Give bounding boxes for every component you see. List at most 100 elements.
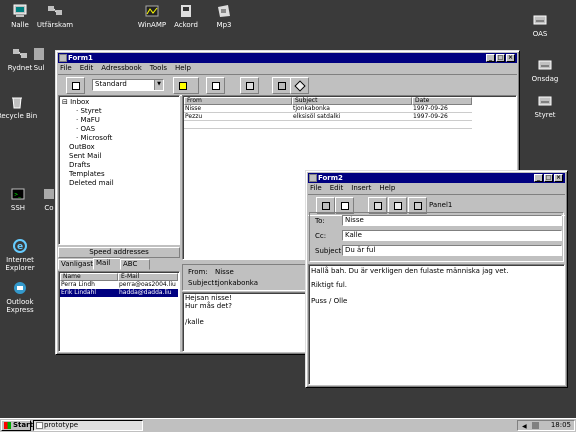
menu-edit[interactable]: Edit — [330, 184, 344, 193]
app-icon — [34, 48, 44, 60]
taskbar: Start prototype ◀ 18:05 — [0, 418, 576, 432]
tree-item-mafu[interactable]: · MaFU — [76, 116, 100, 124]
desktop-icon-styret[interactable]: Styret — [517, 93, 573, 119]
network-icon — [48, 6, 62, 15]
message-body-editor[interactable]: Hallå bah. Du är verkligen den fulaste m… — [308, 264, 565, 385]
folder-icon — [218, 5, 230, 17]
form2-window[interactable]: Form2 _ □ × File Edit Insert Help Panel1… — [305, 170, 568, 388]
close-button[interactable]: × — [554, 174, 563, 182]
desktop-icon-internet-explorer[interactable]: e Internet Explorer — [0, 238, 48, 272]
forward-button[interactable] — [206, 77, 225, 94]
tree-item-sent-mail[interactable]: Sent Mail — [69, 152, 101, 160]
tree-item-styret[interactable]: · Styret — [76, 107, 102, 115]
chevron-down-icon[interactable]: ▼ — [154, 80, 163, 90]
check-icon — [394, 202, 402, 210]
column-header-date[interactable]: Date — [412, 97, 472, 105]
form2-menubar: File Edit Insert Help — [310, 184, 395, 193]
preview-from: Nisse — [215, 268, 234, 276]
desktop-icon-recycle-bin[interactable]: Recycle Bin — [0, 94, 42, 120]
subject-field[interactable]: Du är ful — [342, 245, 562, 256]
windows-logo-icon — [4, 422, 11, 429]
tree-item-outbox[interactable]: OutBox — [69, 143, 95, 151]
computer-icon — [13, 4, 27, 17]
tree-item-deleted-mail[interactable]: Deleted mail — [69, 179, 114, 187]
svg-text:>_: >_ — [14, 192, 21, 198]
desktop-icon-outlook-express[interactable]: Outlook Express — [0, 280, 48, 314]
find-icon — [414, 202, 422, 210]
taskbar-task-prototype[interactable]: prototype — [33, 420, 143, 431]
system-tray: ◀ 18:05 — [517, 420, 575, 431]
to-field[interactable]: Nisse — [342, 215, 562, 226]
window-icon — [309, 174, 317, 182]
table-row-empty — [184, 121, 472, 129]
form1-toolbar: Standard ▼ — [58, 74, 517, 96]
table-row[interactable]: Pezzu elksisöl satdalki 1997-09-26 — [184, 113, 472, 121]
menu-help[interactable]: Help — [379, 184, 395, 193]
envelope-icon — [72, 82, 80, 90]
menu-adressbook[interactable]: Adressbook — [101, 64, 142, 73]
cc-field[interactable]: Kalle — [342, 230, 562, 241]
delete-icon — [294, 80, 306, 92]
column-header-email[interactable]: E-Mail — [118, 273, 178, 281]
tree-item-oas[interactable]: · OAS — [76, 125, 95, 133]
delete-button[interactable] — [290, 77, 309, 94]
column-header-name[interactable]: Name — [60, 273, 118, 281]
menu-tools[interactable]: Tools — [150, 64, 167, 73]
menu-help[interactable]: Help — [175, 64, 191, 73]
window-icon — [59, 54, 67, 62]
attach-icon — [374, 202, 382, 210]
print-button[interactable] — [272, 77, 291, 94]
address-book-icon — [246, 82, 254, 90]
tab-abc[interactable]: ABC — [120, 259, 150, 270]
menu-edit[interactable]: Edit — [80, 64, 94, 73]
clock[interactable]: 18:05 — [551, 421, 571, 430]
desktop-icon-oas[interactable]: OAS — [512, 12, 568, 38]
tab-mail[interactable]: Mail — [93, 258, 121, 270]
maximize-button[interactable]: □ — [544, 174, 553, 182]
compose-button[interactable] — [66, 77, 85, 94]
form1-menubar: File Edit Adressbook Tools Help — [60, 64, 191, 73]
address-list[interactable]: Name E-Mail Perra Lindh perra@oas2004.li… — [58, 271, 180, 352]
table-row[interactable]: Nisse tjonkabonka 1997-09-26 — [184, 105, 472, 113]
tray-app-icon[interactable] — [532, 422, 539, 429]
drive-icon — [533, 15, 547, 25]
desktop-icon-utfarskam[interactable]: Utfärskam — [27, 3, 83, 29]
document-icon — [341, 202, 349, 210]
list-item-selected[interactable]: Erik Lindahl hadda@dadda.liu — [60, 289, 178, 297]
column-header-from[interactable]: From — [184, 97, 292, 105]
desktop-icon-onsdag[interactable]: Onsdag — [517, 57, 573, 83]
tree-item-inbox[interactable]: ⊟ Inbox — [62, 98, 89, 106]
close-button[interactable]: × — [506, 54, 515, 62]
start-button[interactable]: Start — [1, 420, 33, 431]
reply-button[interactable] — [173, 77, 199, 94]
desktop-icon-sul[interactable]: Sul — [22, 46, 56, 72]
tree-item-templates[interactable]: Templates — [69, 170, 105, 178]
preview-subject: tjonkabonka — [215, 279, 259, 287]
list-item[interactable]: Perra Lindh perra@oas2004.liu — [60, 281, 178, 289]
forward-icon — [212, 82, 220, 90]
outlook-express-icon — [14, 282, 26, 294]
desktop: { "desktop_icons": [ {"label":"Nalle","i… — [0, 0, 576, 432]
column-header-subject[interactable]: Subject — [292, 97, 412, 105]
speaker-icon[interactable]: ◀ — [522, 422, 527, 431]
print-icon — [278, 82, 286, 90]
form1-titlebar[interactable]: Form1 _ □ × — [58, 53, 517, 63]
tree-item-microsoft[interactable]: · Microsoft — [76, 134, 112, 142]
menu-file[interactable]: File — [310, 184, 322, 193]
desktop-icon-mp3[interactable]: Mp3 — [196, 3, 252, 29]
minimize-button[interactable]: _ — [534, 174, 543, 182]
minimize-button[interactable]: _ — [486, 54, 495, 62]
tab-vanligast[interactable]: Vanligast — [58, 259, 94, 270]
form2-titlebar[interactable]: Form2 _ □ × — [308, 173, 565, 183]
address-book-button[interactable] — [240, 77, 259, 94]
tree-item-drafts[interactable]: Drafts — [69, 161, 90, 169]
menu-insert[interactable]: Insert — [351, 184, 371, 193]
speed-addresses-header: Speed addresses — [58, 247, 180, 258]
maximize-button[interactable]: □ — [496, 54, 505, 62]
send-icon — [322, 202, 330, 210]
folder-tree[interactable]: ⊟ Inbox · Styret · MaFU · OAS · Microsof… — [58, 95, 180, 245]
menu-file[interactable]: File — [60, 64, 72, 73]
view-combo[interactable]: Standard ▼ — [92, 79, 164, 91]
svg-text:e: e — [17, 242, 23, 252]
app-icon — [36, 422, 43, 429]
